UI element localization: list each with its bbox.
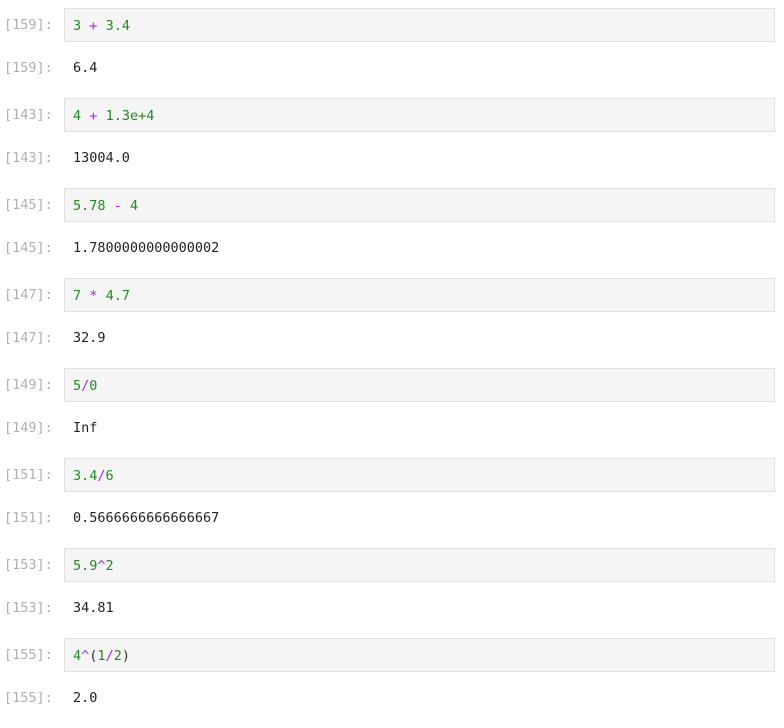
code-text: 4^(1/2) (73, 647, 130, 665)
code-cell: [159]: 3 + 3.4 [159]: 6.4 (0, 8, 784, 98)
cell-output: 0.5666666666666667 (73, 510, 220, 526)
code-cell: [145]: 5.78 - 4 [145]: 1.7800000000000002 (0, 188, 784, 278)
code-token-num: 3.4 (73, 468, 98, 484)
input-prompt: [155]: (4, 647, 53, 663)
output-prompt: [145]: (4, 240, 53, 256)
code-input-area[interactable]: 7 * 4.7 (64, 278, 775, 312)
code-token-op: / (105, 648, 114, 664)
code-token-op: - (113, 198, 122, 214)
code-cell: [153]: 5.9^2 [153]: 34.81 (0, 548, 784, 638)
code-input-area[interactable]: 5/0 (64, 368, 775, 402)
code-token-num: 5.78 (73, 198, 106, 214)
code-token-num: 4 (73, 108, 82, 124)
output-prompt: [155]: (4, 690, 53, 706)
output-prompt: [153]: (4, 600, 53, 616)
code-token-num: 0 (89, 378, 98, 394)
cell-output: 2.0 (73, 690, 98, 706)
notebook: [159]: 3 + 3.4 [159]: 6.4 [143]: 4 + 1.3e+4 [1… (0, 8, 784, 728)
code-token-num: 5.9 (73, 558, 98, 574)
code-input-area[interactable]: 5.78 - 4 (64, 188, 775, 222)
input-prompt: [149]: (4, 377, 53, 393)
cell-output: 32.9 (73, 330, 106, 346)
code-text: 5.9^2 (73, 557, 114, 575)
input-prompt: [151]: (4, 467, 53, 483)
cell-output: 6.4 (73, 60, 98, 76)
code-text: 7 * 4.7 (73, 287, 130, 305)
code-token-paren: ) (121, 648, 130, 664)
code-token-num: 2 (105, 558, 114, 574)
output-prompt: [149]: (4, 420, 53, 436)
code-input-area[interactable]: 5.9^2 (64, 548, 775, 582)
code-token-num: 7 (73, 288, 82, 304)
output-prompt: [159]: (4, 60, 53, 76)
input-prompt: [159]: (4, 17, 53, 33)
code-token-num: 1.3e+4 (105, 108, 155, 124)
cell-list: [159]: 3 + 3.4 [159]: 6.4 [143]: 4 + 1.3e+4 [1… (0, 8, 784, 728)
code-cell: [151]: 3.4/6 [151]: 0.5666666666666667 (0, 458, 784, 548)
input-prompt: [143]: (4, 107, 53, 123)
cell-output: Inf (73, 420, 98, 436)
code-input-area[interactable]: 4^(1/2) (64, 638, 775, 672)
code-cell: [155]: 4^(1/2) [155]: 2.0 (0, 638, 784, 728)
code-token-num: 6 (105, 468, 114, 484)
cell-output: 1.7800000000000002 (73, 240, 220, 256)
code-text: 3 + 3.4 (73, 17, 130, 35)
input-prompt: [153]: (4, 557, 53, 573)
code-token-op: / (97, 468, 106, 484)
code-token-num: 5 (73, 378, 82, 394)
input-prompt: [147]: (4, 287, 53, 303)
code-text: 3.4/6 (73, 467, 114, 485)
code-token-num: 3.4 (105, 18, 130, 34)
code-token-num: 4 (73, 648, 82, 664)
code-token-num: 4.7 (105, 288, 130, 304)
code-text: 4 + 1.3e+4 (73, 107, 154, 125)
code-token-op: ^ (97, 558, 106, 574)
cell-output: 34.81 (73, 600, 114, 616)
code-token-num: 4 (129, 198, 139, 214)
code-token-num: 2 (113, 648, 122, 664)
code-token-num: 1 (97, 648, 106, 664)
code-input-area[interactable]: 3 + 3.4 (64, 8, 775, 42)
output-prompt: [151]: (4, 510, 53, 526)
code-token-num: 3 (73, 18, 82, 34)
code-input-area[interactable]: 3.4/6 (64, 458, 775, 492)
cell-output: 13004.0 (73, 150, 130, 166)
output-prompt: [143]: (4, 150, 53, 166)
code-cell: [143]: 4 + 1.3e+4 [143]: 13004.0 (0, 98, 784, 188)
input-prompt: [145]: (4, 197, 53, 213)
code-input-area[interactable]: 4 + 1.3e+4 (64, 98, 775, 132)
code-cell: [149]: 5/0 [149]: Inf (0, 368, 784, 458)
code-text: 5.78 - 4 (73, 197, 138, 215)
output-prompt: [147]: (4, 330, 53, 346)
code-cell: [147]: 7 * 4.7 [147]: 32.9 (0, 278, 784, 368)
code-text: 5/0 (73, 377, 97, 395)
